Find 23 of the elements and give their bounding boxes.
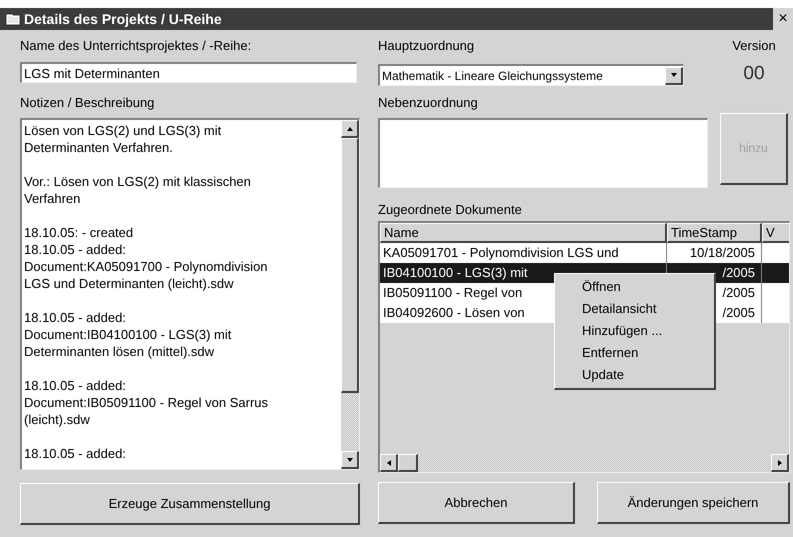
- section-label: Zugeordnete Dokumente: [378, 202, 523, 218]
- field-label: Name des Unterrichtsprojektes / -Reihe:: [20, 38, 252, 54]
- version-label: Version: [732, 38, 776, 54]
- notes-line: Determinanten lösen (mittel).sdw: [24, 343, 216, 360]
- notes-line: 18.10.05 - added:: [24, 241, 127, 258]
- notes-line: (leicht).sdw: [24, 411, 91, 428]
- notes-line: LGS und Determinanten (leicht).sdw: [24, 275, 235, 292]
- notes-line: Document:KA05091700 - Polynomdivision: [24, 258, 269, 275]
- notes-line: Lösen von LGS(2) und LGS(3) mit: [24, 122, 222, 139]
- field-label: Nebenzuordnung: [378, 95, 479, 111]
- notes-line: Vor.: Lösen von LGS(2) mit klassischen: [24, 173, 252, 190]
- notes-line: 18.10.05: - created: [24, 224, 134, 241]
- notes-line: Document:IB05091100 - Regel von Sarrus: [24, 394, 270, 411]
- field-label: Notizen / Beschreibung: [20, 95, 156, 111]
- notes-line: 18.10.05 - added:: [24, 309, 127, 326]
- notes-line: Determinanten Verfahren.: [24, 139, 174, 156]
- notes-line: 18.10.05 - added:: [24, 377, 127, 394]
- notes-line: Document:IB04100100 - LGS(3) mit: [24, 326, 232, 343]
- version-value: 00: [743, 62, 765, 86]
- field-label: Hauptzuordnung: [378, 38, 476, 54]
- window-title: Details des Projekts / U-Reihe: [24, 10, 223, 29]
- notes-line: Verfahren: [24, 190, 82, 207]
- notes-line: 18.10.05 - added:: [24, 445, 127, 462]
